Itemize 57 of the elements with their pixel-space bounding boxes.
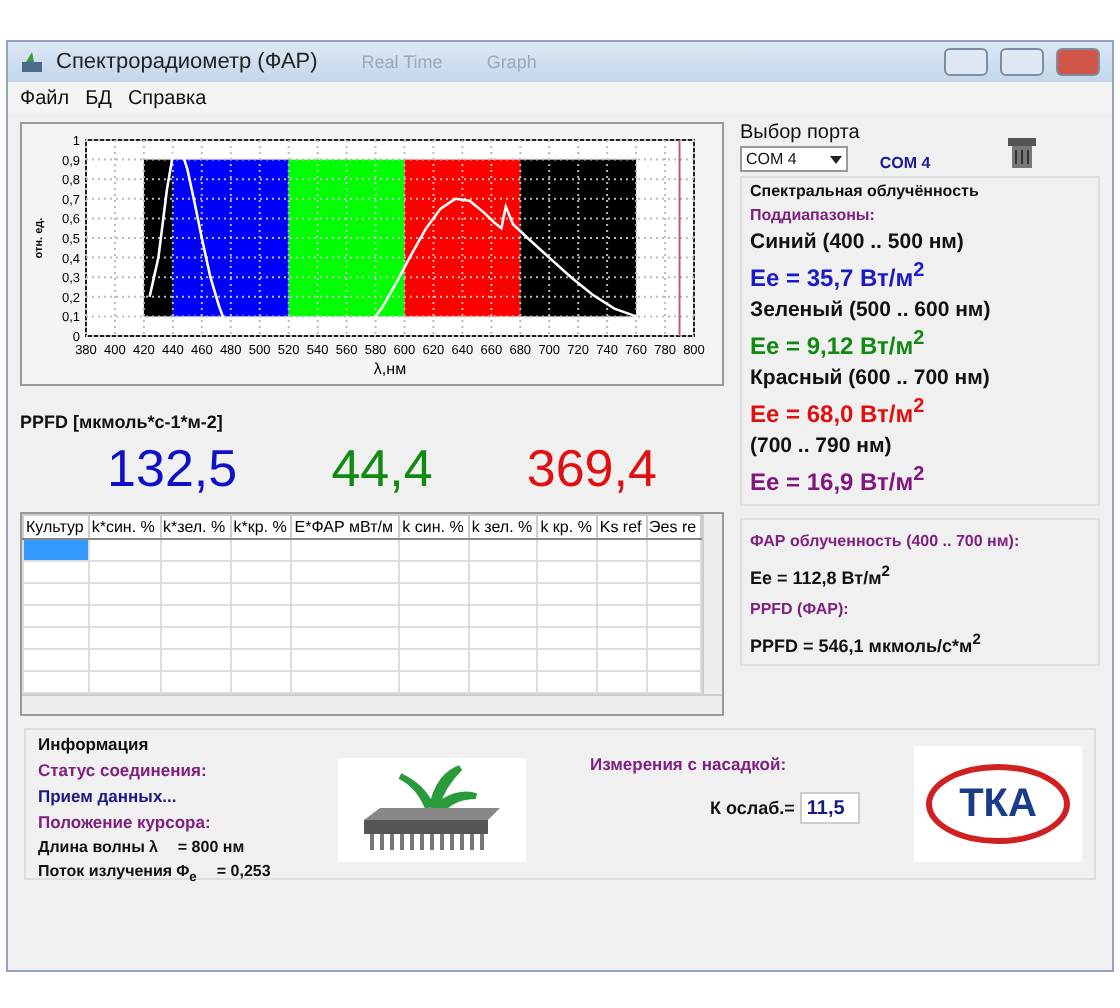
info-title: Информация — [38, 734, 151, 754]
wavelength-symbol: λ — [148, 838, 158, 856]
par-irradiance: Ee = 112,8 Вт/м$^{2}$ — [750, 562, 892, 588]
menu-item[interactable]: Файл — [20, 87, 70, 109]
band-label: Зеленый (500 .. 600 нм) — [750, 298, 993, 322]
coef-label: К ослаб.= — [710, 798, 795, 818]
par-title: ФАР облученность (400 .. 700 нм): — [750, 532, 1022, 550]
cursor-label: Положение курсора: — [38, 812, 213, 832]
vertical-scrollbar[interactable] — [702, 514, 722, 694]
port-label: Выбор порта — [740, 122, 860, 144]
table-cell[interactable] — [23, 605, 89, 627]
wavelength-value: = 800 нм — [177, 838, 245, 856]
subranges-label: Поддиапазоны: — [750, 206, 877, 224]
window-title: Спектрорадиометр (ФАР) — [56, 50, 318, 74]
column-header[interactable]: Культур — [23, 515, 89, 539]
ppfd-title: PPFD [мкмоль*с-1*м-2] — [20, 412, 223, 432]
attachment-title: Измерения с насадкой: — [590, 754, 789, 774]
close-button[interactable] — [1056, 48, 1100, 76]
group-title: Спектральная облучённость — [750, 182, 981, 200]
status-label: Статус соединения: — [38, 760, 209, 780]
port-status: COM 4 — [879, 154, 931, 172]
ppfd-value: 132,5 — [107, 438, 238, 500]
band-label: (700 .. 790 нм) — [750, 434, 894, 458]
port-select[interactable]: COM 4 — [740, 146, 848, 172]
company-logo: ТКА — [914, 746, 1082, 862]
table-cell[interactable] — [23, 539, 89, 561]
table-cell[interactable] — [23, 671, 89, 693]
band-label: Красный (600 .. 700 нм) — [750, 366, 992, 390]
par-ppfd-title: PPFD (ФАР): — [750, 600, 851, 618]
app-icon — [20, 50, 44, 74]
wavelength-label: Длина волны — [38, 838, 145, 856]
horizontal-scrollbar[interactable] — [22, 694, 722, 714]
caret-icon — [830, 155, 842, 163]
x-axis-label: λ,нм — [373, 360, 407, 378]
band-label: Синий (400 .. 500 нм) — [750, 230, 966, 254]
ppfd-value: 369,4 — [526, 438, 657, 500]
maximize-button[interactable] — [1000, 48, 1044, 76]
table-cell[interactable] — [23, 561, 89, 583]
flux-symbol: Φ$_{e}$ — [176, 862, 197, 886]
par-ppfd-value: PPFD = 546,1 мкмоль/с*м$^{2}$ — [750, 630, 983, 656]
table-cell[interactable] — [23, 627, 89, 649]
menu-item[interactable]: Справка — [127, 87, 207, 109]
minimize-button[interactable] — [944, 48, 988, 76]
table-cell[interactable] — [23, 649, 89, 671]
status-text: Прием данных... — [38, 786, 179, 806]
flux-label: Поток излучения — [38, 862, 173, 884]
column-header[interactable]: E*ФАР мВт/м — [291, 515, 400, 539]
band-irradiance: Ee = 9,12 Вт/м$^{2}$ — [750, 328, 927, 360]
connector-icon — [1006, 136, 1039, 172]
band-irradiance: Ee = 16,9 Вт/м$^{2}$ — [750, 464, 927, 496]
band-irradiance: Ee = 68,0 Вт/м$^{2}$ — [750, 396, 927, 428]
coef-field[interactable]: 11,5 — [800, 792, 861, 824]
menu-item[interactable]: БД — [85, 87, 112, 109]
ppfd-value: 44,4 — [331, 438, 433, 500]
table-cell[interactable] — [23, 583, 89, 605]
flux-value: = 0,253 — [216, 862, 271, 884]
band-irradiance: Ee = 35,7 Вт/м$^{2}$ — [750, 260, 927, 292]
